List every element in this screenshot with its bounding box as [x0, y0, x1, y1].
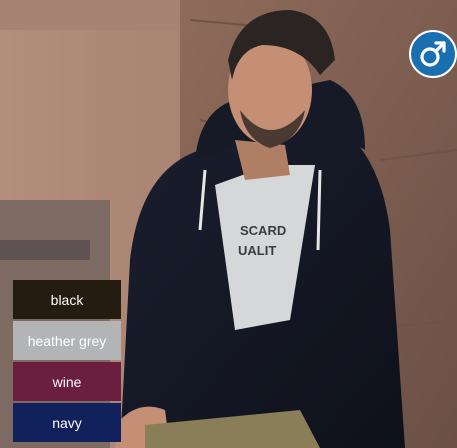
color-swatch-label: black — [50, 291, 84, 308]
color-swatch-list: black heather grey wine navy — [13, 280, 121, 442]
male-symbol-glyph — [420, 41, 446, 67]
product-image-card: SCARD UALIT black heather grey wine navy — [0, 0, 457, 448]
color-swatch-label: wine — [52, 373, 82, 390]
color-swatch-heather-grey[interactable]: heather grey — [13, 321, 121, 360]
color-swatch-navy[interactable]: navy — [13, 403, 121, 442]
svg-text:UALIT: UALIT — [238, 243, 276, 258]
color-swatch-black[interactable]: black — [13, 280, 121, 319]
color-swatch-label: heather grey — [27, 332, 107, 349]
svg-text:SCARD: SCARD — [240, 223, 286, 238]
color-swatch-label: navy — [52, 414, 82, 431]
color-swatch-wine[interactable]: wine — [13, 362, 121, 401]
male-symbol-icon — [409, 30, 457, 78]
